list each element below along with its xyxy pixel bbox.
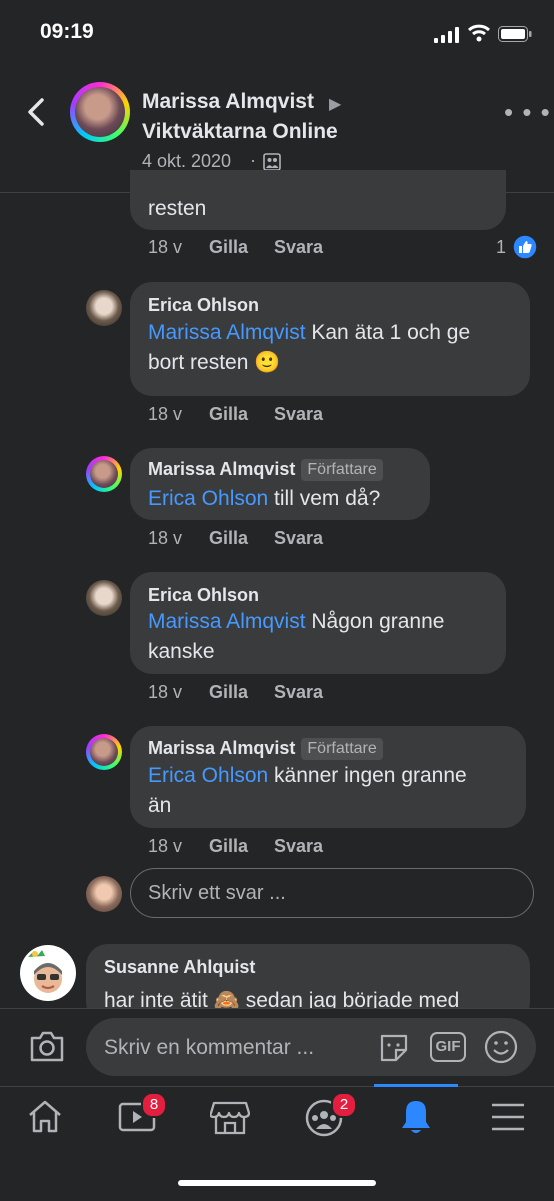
reply-button[interactable]: Svara (274, 404, 323, 425)
more-options-icon[interactable]: • • • (504, 99, 551, 125)
author-tag: Författare (301, 459, 383, 481)
comment-age: 18 v (148, 528, 183, 548)
status-time: 09:19 (40, 20, 94, 43)
avatar[interactable] (86, 580, 122, 616)
bell-icon[interactable] (398, 1098, 434, 1136)
like-button[interactable]: Gilla (209, 528, 248, 549)
marketplace-icon[interactable] (210, 1098, 250, 1136)
comment-age: 18 v (148, 836, 183, 856)
author-tag: Författare (301, 738, 383, 760)
like-reaction-icon (512, 234, 538, 260)
camera-icon[interactable] (28, 1028, 66, 1064)
commenter-name[interactable]: Marissa Almqvist Författare (148, 459, 383, 481)
active-tab-indicator (374, 1084, 458, 1087)
like-button[interactable]: Gilla (209, 404, 248, 425)
home-icon[interactable] (26, 1098, 64, 1134)
notification-badge: 2 (331, 1092, 357, 1118)
like-button[interactable]: Gilla (209, 836, 248, 857)
home-indicator (178, 1180, 376, 1186)
mention-link[interactable]: Marissa Almqvist (148, 610, 306, 633)
notification-badge: 8 (141, 1092, 167, 1118)
comment-age: 18 v (148, 682, 183, 702)
cellular-signal-icon (434, 27, 459, 43)
reply-button[interactable]: Svara (274, 836, 323, 857)
comment-text: resten (148, 197, 207, 220)
comment-age: 18 v (148, 404, 183, 424)
gif-icon[interactable]: GIF (430, 1032, 466, 1062)
menu-icon[interactable] (490, 1102, 526, 1132)
back-icon[interactable] (22, 94, 50, 130)
commenter-name[interactable]: Erica Ohlson (148, 585, 259, 606)
reply-button[interactable]: Svara (274, 237, 323, 258)
like-button[interactable]: Gilla (209, 237, 248, 258)
reply-button[interactable]: Svara (274, 528, 323, 549)
group-name[interactable]: Viktväktarna Online (142, 120, 338, 144)
avatar[interactable] (86, 290, 122, 326)
mention-link[interactable]: Erica Ohlson (148, 487, 268, 510)
author-name[interactable]: Marissa Almqvist (142, 90, 314, 114)
like-button[interactable]: Gilla (209, 682, 248, 703)
avatar[interactable] (86, 734, 122, 770)
comment-text: Erica Ohlson känner ingen granne än (148, 764, 467, 817)
wifi-icon (468, 24, 490, 42)
reply-button[interactable]: Svara (274, 682, 323, 703)
commenter-name[interactable]: Marissa Almqvist Författare (148, 738, 383, 760)
reply-placeholder[interactable]: Skriv ett svar ... (148, 882, 286, 905)
comment-text: Marissa Almqvist Någon granne kanske (148, 610, 445, 663)
group-privacy-icon (263, 153, 281, 171)
commenter-name[interactable]: Erica Ohlson (148, 295, 259, 316)
avatar[interactable] (20, 945, 76, 1001)
mention-link[interactable]: Erica Ohlson (148, 764, 268, 787)
emoji-icon[interactable] (484, 1030, 518, 1064)
battery-icon (498, 26, 532, 42)
arrow-right-icon: ▶ (329, 96, 342, 113)
avatar[interactable] (86, 456, 122, 492)
bitmoji-avatar-icon (28, 950, 62, 993)
current-user-avatar (86, 876, 122, 912)
comment-text: Marissa Almqvist Kan äta 1 och ge bort re… (148, 321, 471, 374)
comment-text: Erica Ohlson till vem då? (148, 487, 381, 510)
comment-age: 18 v (148, 237, 183, 257)
separator-dot: · (250, 150, 256, 170)
commenter-name[interactable]: Susanne Ahlquist (104, 957, 255, 978)
mention-link[interactable]: Marissa Almqvist (148, 321, 306, 344)
author-avatar[interactable] (70, 82, 130, 142)
comment-placeholder[interactable]: Skriv en kommentar ... (104, 1036, 314, 1060)
sticker-icon[interactable] (376, 1030, 412, 1066)
reaction-count[interactable]: 1 (496, 237, 506, 258)
post-date: 4 okt. 2020 (142, 151, 232, 171)
